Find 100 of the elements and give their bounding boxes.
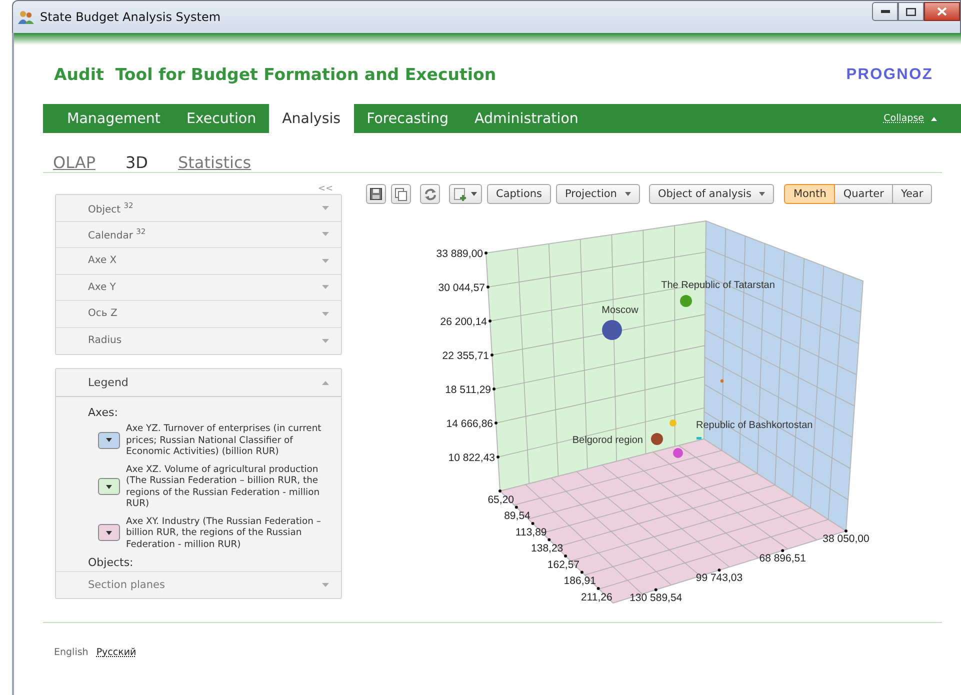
color-picker-button[interactable] [98,524,120,542]
axis-tick-label: 186,91 [564,575,596,588]
insert-button[interactable] [449,184,482,204]
nav-tab[interactable]: Execution [173,104,270,133]
caret-down-icon [471,192,477,196]
caret-down-icon [106,530,112,535]
refresh-icon [424,188,436,200]
axis-tick-label: 14 666,86 [446,418,493,430]
nav-tab[interactable]: Management [54,104,174,133]
caret-down-icon [759,192,766,196]
color-picker-button[interactable] [98,432,120,449]
tick-mark [488,320,492,322]
axis-tick-label: 65,20 [488,494,514,506]
axes-label: Axes: [88,406,119,419]
copy-icon [395,188,407,200]
point-label: Republic of Bashkortostan [696,420,813,431]
copy-button[interactable] [391,184,411,204]
axis-tick-label: 38 050,00 [822,533,870,545]
collapse-panel-link[interactable]: << [318,184,333,194]
refresh-button[interactable] [420,184,440,204]
axis-tick-label: 22 355,71 [442,350,489,362]
tick-mark [494,422,498,424]
collapse-link[interactable]: Collapse [884,104,937,133]
nav-tab[interactable]: Administration [462,104,592,133]
axis-tick-label: 211,26 [580,591,612,604]
add-page-icon [454,188,467,200]
axis-tick-label: 30 044,57 [438,282,485,294]
maximize-icon [906,8,916,16]
dropdown-button[interactable]: Object of analysis [648,184,774,204]
panel-section[interactable]: Calendar $^{32}$ [56,222,341,248]
axis-tick-label: 10 822,43 [448,452,495,464]
caret-down-icon [624,192,631,196]
caret-down-icon [322,285,329,290]
axis-description: Axe XZ. Volume of agricultural production (The Russian Federation – billion RUR, the regions of the Russian Federation - million RUR) [126,464,321,510]
axis-tick-label: 89,54 [504,510,530,522]
axis-tick-label: 138,23 [531,542,564,555]
tick-mark [496,456,500,458]
tick-mark [490,354,494,356]
axis-tick-label: 113,89 [515,526,547,538]
caret-down-icon [106,438,112,442]
axis-description: Axe YZ. Turnover of enterprises (in current prices; Russian National Classifier of Economic Activities) (billion RUR) [126,423,322,458]
language-label: English [54,647,88,658]
caret-down-icon [322,338,329,343]
axis-tick-label: 26 200,14 [440,316,487,328]
panel-section[interactable]: Axe Y [56,274,341,301]
tick-mark [781,549,784,552]
period-toggle[interactable]: Year [892,184,932,204]
point-label: Moscow [602,305,638,316]
objects-label: Objects: [88,556,134,569]
close-icon [937,7,947,16]
window-title: State Budget Analysis System [40,10,222,24]
tick-mark [580,570,584,574]
caret-down-icon [322,206,329,210]
tick-mark [564,554,568,558]
legend-title[interactable]: Legend [88,376,128,389]
axis-tick-label: 99 743,03 [696,572,743,584]
dropdown-button[interactable]: Projection [556,184,640,204]
view-tab[interactable]: Statistics [178,153,252,172]
view-tab[interactable]: 3D [125,153,148,172]
tick-mark [718,568,721,572]
close-button[interactable] [924,2,960,21]
tick-mark [514,506,518,509]
axis-tick-label: 162,57 [547,558,580,571]
panel-section[interactable]: Axe X [56,248,341,274]
language-link[interactable]: Русский [96,647,136,658]
captions-button[interactable]: Captions [487,184,552,204]
caret-down-icon [322,312,329,316]
caret-up-icon [931,116,937,120]
section-planes-label[interactable]: Section planes [88,579,165,591]
point-label: The Republic of Tatarstan [661,280,775,291]
tick-mark [596,586,600,590]
axis-tick-label: 68 896,51 [759,552,806,565]
app-title: Audit Tool for Budget Formation and Execution [54,65,496,84]
period-toggle[interactable]: Quarter [834,184,893,204]
caret-up-icon [322,380,329,384]
minimize-icon [880,10,890,13]
axis-tick-label: 33 889,00 [436,248,483,260]
tick-mark [492,388,496,390]
view-tab[interactable]: OLAP [53,153,96,172]
color-picker-button[interactable] [98,478,120,495]
tick-mark [484,252,488,254]
logo: PROGNOZ [846,66,933,84]
save-button[interactable] [366,184,386,204]
panel-section[interactable]: Ось Z [56,301,341,328]
nav-tab[interactable]: Forecasting [354,104,462,133]
point-label: Belgorod region [572,435,643,446]
axis-description: Axe XY. Industry (The Russian Federation – billion RUR, the regions of the Russian Federation - million RUR) [126,516,322,550]
nav-tab[interactable]: Analysis [269,104,354,133]
panel-section[interactable]: Radius [56,328,341,354]
minimize-button[interactable] [872,2,898,21]
caret-down-icon [106,484,112,488]
maximize-button[interactable] [898,2,924,21]
period-toggle[interactable]: Month [784,184,836,204]
panel-section[interactable]: Object $^{32}$ [56,195,341,222]
people-icon [18,9,34,25]
axis-tick-label: 18 511,29 [445,384,491,396]
tick-mark [498,490,502,492]
tick-mark [548,538,551,542]
tick-mark [844,530,848,532]
tick-mark [486,286,490,288]
